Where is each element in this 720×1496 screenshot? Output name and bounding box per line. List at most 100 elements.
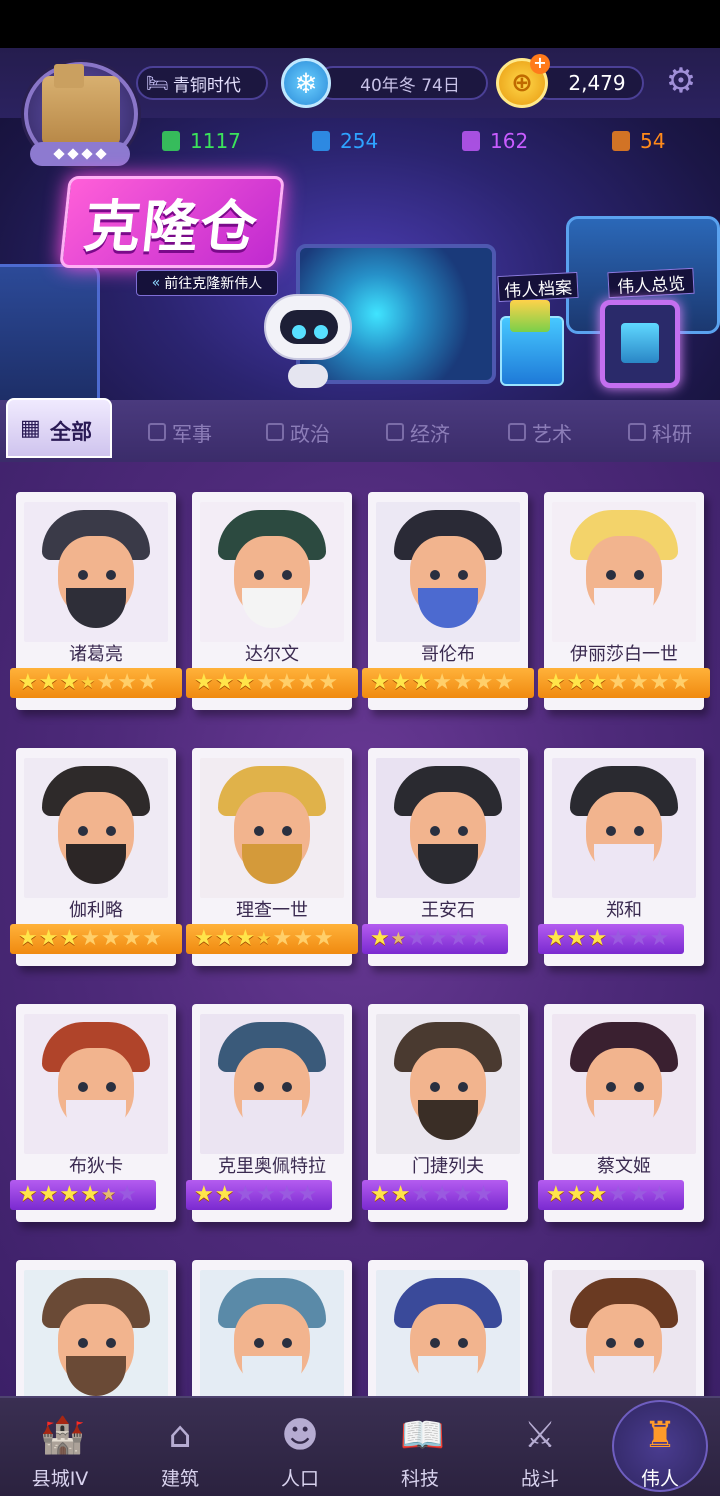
archive-tag[interactable]: 伟人档案 [497, 271, 579, 303]
star-icon: ★ [117, 670, 137, 695]
tab-5[interactable]: 科研 [628, 412, 692, 452]
star-icon: ★ [494, 670, 515, 695]
date-pill[interactable]: 40年冬 74日 [316, 66, 488, 100]
star-icon: ★ [608, 1182, 628, 1207]
star-icon: ★ [546, 670, 566, 695]
nav-castle[interactable]: 🏰 县城IV [0, 1396, 120, 1496]
star-rating: ★ ★ ★ ★ ★ ★ ★ [10, 924, 182, 954]
star-icon: ★ [117, 1182, 137, 1207]
portrait-eye [282, 1082, 292, 1092]
portrait-beard [594, 1356, 654, 1396]
star-rating: ★ ★ ★ ★ ★ ★ [538, 1180, 684, 1210]
star-icon: ★ [448, 926, 469, 951]
resource-counter[interactable]: 254 [312, 127, 378, 155]
settings-gear-icon[interactable]: ⚙ [664, 64, 698, 98]
robot-assistant[interactable] [264, 294, 352, 360]
hero-card[interactable] [192, 1260, 352, 1396]
star-icon: ★ [649, 670, 670, 695]
nav-label: 人口 [280, 1468, 319, 1490]
portrait-beard [418, 1100, 478, 1140]
star-icon: ★ [256, 929, 272, 949]
tab-1[interactable]: 军事 [148, 412, 212, 452]
hero-card[interactable]: 郑和 ★ ★ ★ ★ ★ ★ [538, 748, 704, 966]
resource-crate-icon [162, 131, 180, 151]
star-icon: ★ [390, 1182, 411, 1207]
tab-0-active[interactable]: ▦ 全部 [6, 398, 112, 458]
winter-season-icon[interactable]: ❄ [281, 58, 331, 108]
portrait-eye [606, 1338, 616, 1348]
tab-3[interactable]: 经济 [386, 412, 450, 452]
resource-counter[interactable]: 162 [462, 127, 528, 155]
star-icon: ★ [59, 1182, 80, 1207]
portrait-eye [430, 826, 440, 836]
star-icon: ★ [649, 1182, 670, 1207]
star-icon: ★ [194, 1182, 214, 1207]
nav-person[interactable]: ☻ 人口 [240, 1396, 360, 1496]
tab-2[interactable]: 政治 [266, 412, 330, 452]
hero-portrait [200, 1014, 344, 1154]
star-icon: ★ [390, 929, 406, 949]
hero-portrait [376, 502, 520, 642]
tab-4[interactable]: 艺术 [508, 412, 572, 452]
resource-crate-icon [462, 131, 480, 151]
portrait-eye [106, 1338, 116, 1348]
star-icon: ★ [628, 926, 649, 951]
hero-card[interactable]: 哥伦布 ★ ★ ★ ★ ★ ★ ★ [362, 492, 534, 710]
hero-card[interactable] [16, 1260, 176, 1396]
hero-card[interactable]: 达尔文 ★ ★ ★ ★ ★ ★ ★ [186, 492, 358, 710]
hero-archive-box[interactable] [500, 300, 564, 386]
hero-card[interactable] [368, 1260, 528, 1396]
star-icon: ★ [473, 670, 494, 695]
clone-bay-title[interactable]: 克隆仓 [59, 176, 285, 268]
hero-card[interactable]: 伽利略 ★ ★ ★ ★ ★ ★ ★ [10, 748, 182, 966]
portrait-eye [458, 570, 468, 580]
resource-value: 254 [340, 129, 379, 153]
portrait-eye [430, 1082, 440, 1092]
nav-swords[interactable]: ⚔ 战斗 [480, 1396, 600, 1496]
portrait-eye [458, 1338, 468, 1348]
portrait-eye [458, 826, 468, 836]
add-gold-icon[interactable]: + [530, 54, 550, 74]
hero-card[interactable]: 克里奥佩特拉 ★ ★ ★ ★ ★ ★ [186, 1004, 352, 1222]
hero-card[interactable] [544, 1260, 704, 1396]
hero-portrait [24, 502, 168, 642]
portrait-eye [634, 826, 644, 836]
go-clone-link[interactable]: « 前往克隆新伟人 [136, 270, 278, 296]
portrait-eye [282, 826, 292, 836]
star-icon: ★ [297, 1182, 318, 1207]
star-icon: ★ [293, 926, 313, 951]
go-clone-label: 前往克隆新伟人 [164, 276, 263, 292]
overview-tag[interactable]: 伟人总览 [607, 267, 695, 299]
hero-overview-frame[interactable] [600, 300, 680, 388]
nav-house[interactable]: ⌂ 建筑 [120, 1396, 240, 1496]
era-pill[interactable]: 🛏 青铜时代 [136, 66, 268, 100]
portrait-beard [418, 588, 478, 628]
star-icon: ★ [432, 1182, 452, 1207]
hero-card[interactable]: 布狄卡 ★ ★ ★ ★ ★ ★ [10, 1004, 176, 1222]
hero-portrait [24, 1270, 168, 1396]
hero-card[interactable]: 蔡文姬 ★ ★ ★ ★ ★ ★ [538, 1004, 704, 1222]
hero-card[interactable]: 诸葛亮 ★ ★ ★ ★ ★ ★ ★ [10, 492, 182, 710]
resource-counter[interactable]: 54 [612, 127, 665, 155]
hero-card[interactable]: 王安石 ★ ★ ★ ★ ★ ★ [362, 748, 528, 966]
star-icon: ★ [272, 926, 293, 951]
hero-card[interactable]: 伊丽莎白一世 ★ ★ ★ ★ ★ ★ ★ [538, 492, 710, 710]
hero-name: 伽利略 [69, 900, 123, 921]
nav-statue[interactable]: ♜ 伟人 [600, 1396, 720, 1496]
portrait-beard [66, 1100, 126, 1140]
star-icon: ★ [370, 926, 390, 951]
hero-card[interactable]: 理查一世 ★ ★ ★ ★ ★ ★ ★ [186, 748, 358, 966]
nav-book[interactable]: 📖 科技 [360, 1396, 480, 1496]
star-icon: ★ [256, 670, 276, 695]
hero-card[interactable]: 门捷列夫 ★ ★ ★ ★ ★ ★ [362, 1004, 528, 1222]
tab-label: 艺术 [532, 421, 572, 446]
gold-pill[interactable]: 2,479 [532, 66, 644, 100]
star-icon: ★ [469, 926, 489, 951]
portrait-eye [78, 1338, 88, 1348]
hero-name: 门捷列夫 [412, 1156, 484, 1177]
resource-counter[interactable]: 1117 [162, 127, 241, 155]
star-icon: ★ [214, 1182, 235, 1207]
star-icon: ★ [38, 1182, 59, 1207]
hero-portrait [200, 758, 344, 898]
star-icon: ★ [473, 1182, 494, 1207]
